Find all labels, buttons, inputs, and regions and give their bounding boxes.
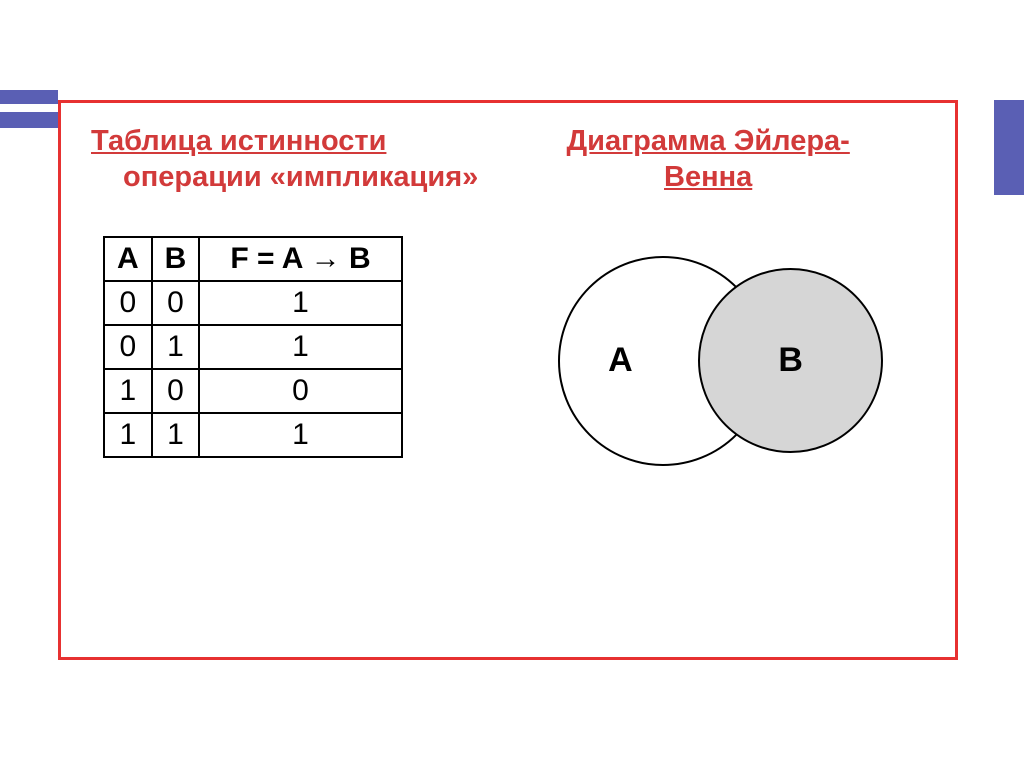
- decorative-right-block: [994, 100, 1024, 195]
- decorative-band: [0, 90, 58, 128]
- heading-line-2: операции «импликация»: [91, 159, 478, 195]
- heading-line-1: Таблица истинности: [91, 125, 386, 157]
- cell-b: 1: [152, 325, 200, 369]
- heading-line-1: Диаграмма Эйлера-: [566, 125, 849, 157]
- venn-circle-b: В: [698, 268, 883, 453]
- cell-b: 0: [152, 369, 200, 413]
- cell-f: 1: [199, 281, 401, 325]
- table-row: 1 0 0: [104, 369, 402, 413]
- truth-table-heading: Таблица истинности операции «импликация»: [91, 123, 478, 196]
- content-card: Таблица истинности операции «импликация»…: [58, 100, 958, 660]
- venn-heading: Диаграмма Эйлера- Венна: [566, 123, 849, 196]
- right-column: Диаграмма Эйлера- Венна А В: [491, 123, 925, 627]
- venn-label-b: В: [778, 341, 803, 380]
- table-row: 1 1 1: [104, 413, 402, 457]
- two-column-layout: Таблица истинности операции «импликация»…: [61, 103, 955, 657]
- cell-a: 0: [104, 325, 152, 369]
- cell-f: 0: [199, 369, 401, 413]
- col-header-f: F = A → B: [199, 237, 401, 281]
- cell-a: 1: [104, 369, 152, 413]
- table-header-row: A B F = A → B: [104, 237, 402, 281]
- cell-a: 1: [104, 413, 152, 457]
- cell-f: 1: [199, 413, 401, 457]
- cell-f: 1: [199, 325, 401, 369]
- col-header-b: B: [152, 237, 200, 281]
- cell-b: 0: [152, 281, 200, 325]
- left-column: Таблица истинности операции «импликация»…: [91, 123, 491, 627]
- cell-b: 1: [152, 413, 200, 457]
- truth-table: A B F = A → B 0 0 1 0 1 1: [103, 236, 403, 458]
- col-header-a: A: [104, 237, 152, 281]
- heading-line-2: Венна: [664, 161, 752, 193]
- venn-label-a: А: [608, 341, 633, 380]
- cell-a: 0: [104, 281, 152, 325]
- table-row: 0 0 1: [104, 281, 402, 325]
- venn-diagram: А В: [518, 256, 898, 486]
- table-row: 0 1 1: [104, 325, 402, 369]
